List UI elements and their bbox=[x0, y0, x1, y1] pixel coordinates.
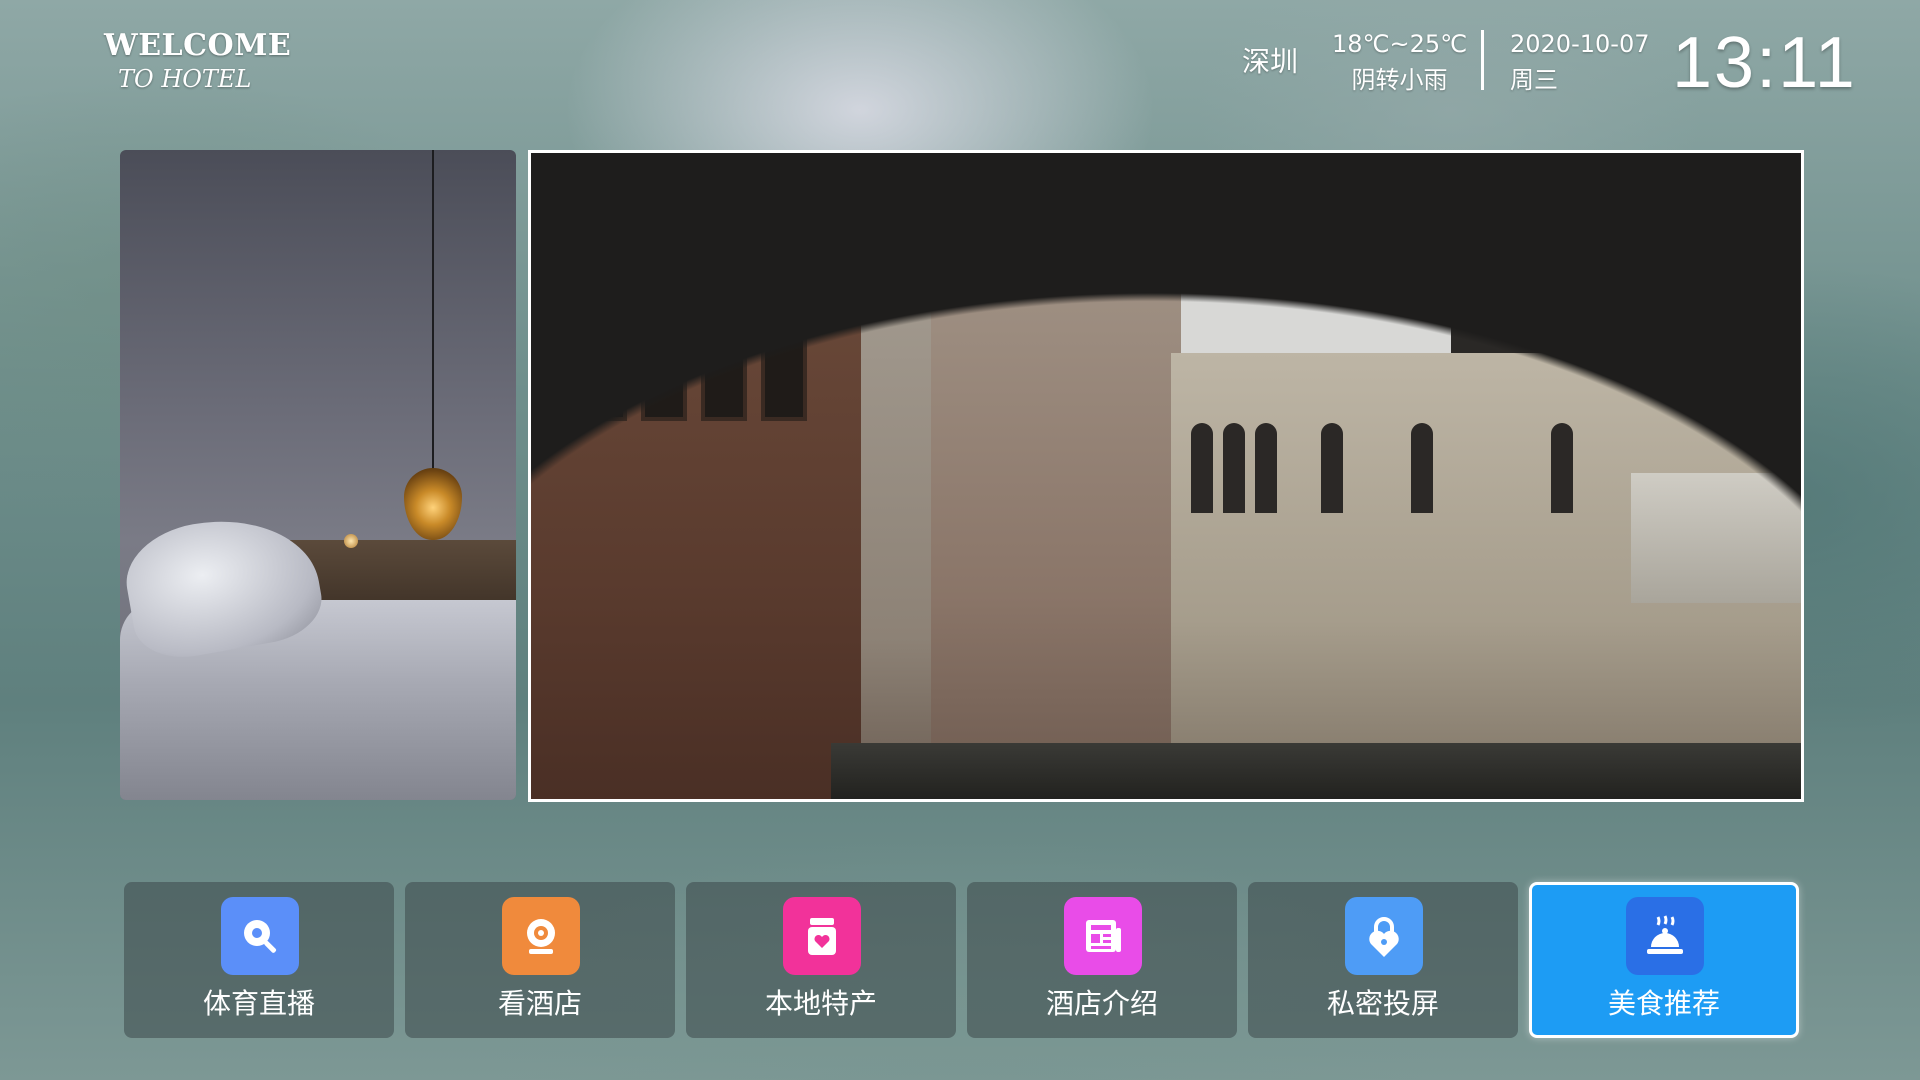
food-cloche-icon bbox=[1626, 897, 1704, 975]
pendant-lamp bbox=[404, 468, 462, 540]
nav-item-label: 酒店介绍 bbox=[1045, 987, 1158, 1020]
hotel-logo: WELCOME TO HOTEL bbox=[104, 28, 291, 94]
date-info: 2020-10-07 周三 bbox=[1510, 26, 1649, 98]
hotel-room-poster[interactable] bbox=[120, 150, 516, 800]
newspaper-icon bbox=[1064, 897, 1142, 975]
nav-item-label: 看酒店 bbox=[497, 987, 582, 1020]
nav-item-label: 美食推荐 bbox=[1607, 987, 1720, 1020]
nav-item-label: 私密投屏 bbox=[1326, 987, 1439, 1020]
weekday-text: 周三 bbox=[1510, 66, 1558, 94]
sports-live-icon bbox=[221, 897, 299, 975]
clock: 13:11 bbox=[1672, 23, 1857, 103]
nav-item-label: 本地特产 bbox=[764, 987, 877, 1020]
nav-item-food-recommend[interactable]: 美食推荐 bbox=[1529, 882, 1799, 1038]
video-bridge-arch bbox=[531, 153, 1801, 799]
wall-lamp bbox=[344, 534, 358, 548]
lock-icon bbox=[1345, 897, 1423, 975]
camera-icon bbox=[502, 897, 580, 975]
temperature-range: 18℃~25℃ bbox=[1332, 30, 1468, 58]
nav-item-hotel-intro[interactable]: 酒店介绍 bbox=[967, 882, 1237, 1038]
bottom-nav: 体育直播 看酒店 本地特产 酒店介绍 私密投屏 美食推荐 bbox=[124, 882, 1800, 1040]
weather-info: 18℃~25℃ 阴转小雨 bbox=[1332, 26, 1467, 98]
status-divider bbox=[1481, 30, 1484, 90]
header: WELCOME TO HOTEL 深圳 18℃~25℃ 阴转小雨 2020-10… bbox=[0, 0, 1920, 130]
weather-condition: 阴转小雨 bbox=[1351, 66, 1448, 94]
nav-item-local-specialty[interactable]: 本地特产 bbox=[686, 882, 956, 1038]
nav-item-label: 体育直播 bbox=[202, 987, 315, 1020]
logo-line-2: TO HOTEL bbox=[118, 65, 252, 93]
nav-item-hotel-view[interactable]: 看酒店 bbox=[405, 882, 675, 1038]
gift-jar-icon bbox=[783, 897, 861, 975]
pendant-cord bbox=[432, 150, 434, 470]
city-name: 深圳 bbox=[1242, 45, 1299, 78]
nav-item-private-cast[interactable]: 私密投屏 bbox=[1248, 882, 1518, 1038]
video-player[interactable] bbox=[528, 150, 1804, 802]
date-text: 2020-10-07 bbox=[1510, 30, 1650, 58]
logo-line-1: WELCOME bbox=[104, 28, 292, 63]
nav-item-sports-live[interactable]: 体育直播 bbox=[124, 882, 394, 1038]
